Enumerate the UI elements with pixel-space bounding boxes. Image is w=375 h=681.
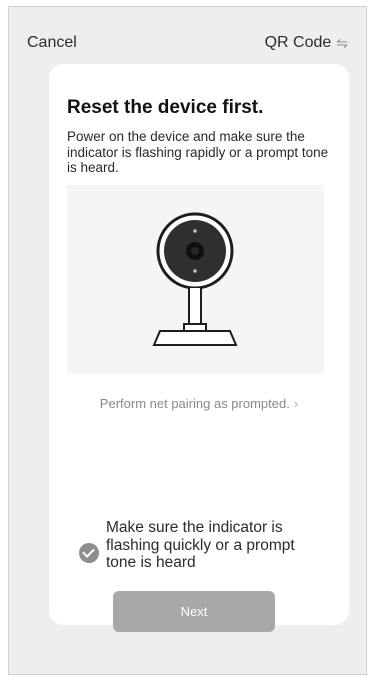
reset-card: Reset the device first. Power on the dev… — [49, 64, 349, 632]
net-pairing-label: Perform net pairing as prompted. — [99, 396, 290, 411]
app-frame: Cancel QR Code ⇋ Reset the device first.… — [8, 6, 367, 675]
next-button[interactable]: Next — [113, 591, 275, 632]
top-bar: Cancel QR Code ⇋ — [9, 7, 366, 57]
qr-code-label: QR Code — [264, 34, 332, 51]
confirm-label: Make sure the indicator is flashing quic… — [106, 519, 295, 571]
confirm-row[interactable]: Make sure the indicator is flashing quic… — [79, 519, 329, 572]
qr-code-button[interactable]: QR Code ⇋ — [265, 34, 348, 52]
cancel-button[interactable]: Cancel — [27, 34, 77, 52]
camera-icon — [152, 212, 238, 346]
device-illustration — [67, 185, 324, 374]
net-pairing-link[interactable]: Perform net pairing as prompted. › — [49, 396, 349, 411]
instruction-text: Power on the device and make sure the in… — [67, 129, 329, 175]
chevron-right-icon: › — [293, 396, 299, 411]
page-title: Reset the device first. — [67, 97, 264, 118]
check-circle-icon[interactable] — [79, 543, 99, 563]
swap-icon: ⇋ — [336, 35, 348, 51]
